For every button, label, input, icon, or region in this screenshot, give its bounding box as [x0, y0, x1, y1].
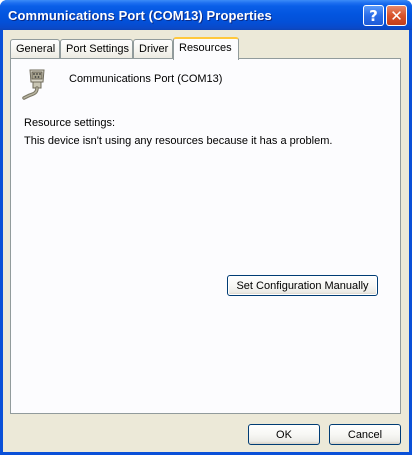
- title-bar[interactable]: Communications Port (COM13) Properties ?…: [0, 0, 412, 30]
- help-button[interactable]: ?: [363, 5, 384, 26]
- tab-general-label: General: [16, 43, 56, 55]
- serial-port-icon: [22, 69, 45, 100]
- tab-general[interactable]: General: [10, 39, 60, 59]
- set-configuration-manually-button[interactable]: Set Configuration Manually: [227, 275, 378, 296]
- cancel-button-label: Cancel: [347, 428, 383, 441]
- tab-resources[interactable]: Resources: [173, 37, 239, 60]
- close-icon: ✕: [390, 6, 403, 25]
- tab-resources-label: Resources: [179, 42, 232, 54]
- tab-port-settings[interactable]: Port Settings: [60, 39, 133, 59]
- tab-port-settings-label: Port Settings: [66, 43, 129, 55]
- resource-status-message: This device isn't using any resources be…: [24, 135, 333, 147]
- device-name: Communications Port (COM13): [69, 73, 223, 85]
- help-icon: ?: [369, 6, 378, 25]
- resources-panel: [10, 58, 401, 414]
- close-button[interactable]: ✕: [386, 5, 407, 26]
- resource-settings-label: Resource settings:: [24, 117, 116, 129]
- tab-driver-label: Driver: [139, 43, 169, 55]
- ok-button[interactable]: OK: [248, 424, 320, 445]
- ok-button-label: OK: [276, 428, 292, 441]
- cancel-button[interactable]: Cancel: [329, 424, 401, 445]
- window-title: Communications Port (COM13) Properties: [8, 8, 272, 23]
- tab-driver[interactable]: Driver: [133, 39, 173, 59]
- set-configuration-manually-label: Set Configuration Manually: [236, 279, 369, 292]
